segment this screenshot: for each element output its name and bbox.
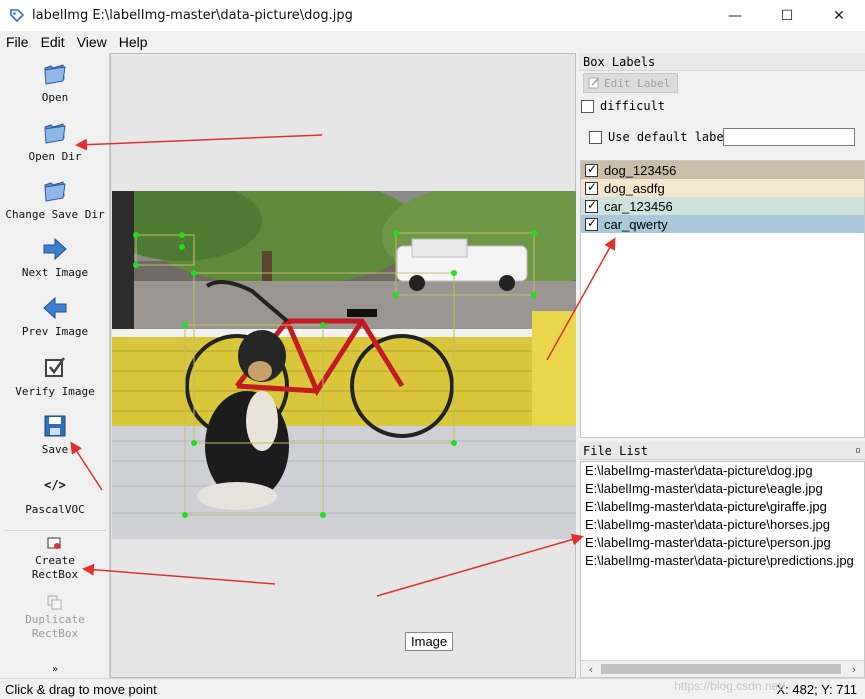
change-save-dir-label: Change Save Dir — [5, 208, 105, 221]
annotated-photo — [112, 191, 576, 539]
label-list: dog_123456 dog_asdfg car_123456 car_qwer… — [580, 160, 865, 438]
save-button[interactable]: Save — [0, 413, 110, 456]
create-rectbox-label: Create RectBox — [31, 554, 79, 581]
checkbox-icon — [45, 357, 66, 377]
scroll-left-icon[interactable]: ‹ — [583, 661, 599, 677]
horizontal-scrollbar[interactable]: ‹ › — [581, 660, 864, 677]
label-name: car_123456 — [604, 198, 673, 214]
watermark: https://blog.csdn.net/ — [674, 679, 785, 693]
label-name: car_qwerty — [604, 216, 668, 232]
image-canvas[interactable]: Image — [110, 53, 576, 678]
box-labels-title: Box Labels — [579, 53, 865, 71]
menu-bar: File Edit View Help — [0, 31, 865, 52]
maximize-button[interactable]: ☐ — [761, 0, 813, 31]
file-list: E:\labelImg-master\data-picture\dog.jpg … — [580, 461, 865, 678]
file-list-item[interactable]: E:\labelImg-master\data-picture\eagle.jp… — [581, 480, 864, 498]
edit-label-button[interactable]: Edit Label — [583, 73, 678, 93]
use-default-label-checkbox[interactable]: Use default label — [589, 130, 731, 144]
prev-image-label: Prev Image — [21, 325, 89, 338]
use-default-label-text: Use default label — [608, 130, 731, 144]
open-label: Open — [41, 91, 69, 104]
pascalvoc-label: PascalVOC — [25, 503, 85, 516]
canvas-tooltip: Image — [405, 632, 454, 651]
file-list-item[interactable]: E:\labelImg-master\data-picture\horses.j… — [581, 516, 864, 534]
file-list-title: File List ▫ — [579, 442, 865, 460]
toolbar-more-button[interactable]: » — [0, 665, 110, 675]
label-checkbox[interactable] — [585, 180, 598, 195]
menu-view[interactable]: View — [71, 34, 113, 50]
label-list-item[interactable]: dog_asdfg — [581, 179, 864, 197]
use-default-label-box[interactable] — [589, 130, 602, 144]
difficult-label: difficult — [600, 99, 666, 113]
label-list-item[interactable]: car_123456 — [581, 197, 864, 215]
duplicate-rectbox-label: Duplicate RectBox — [25, 613, 85, 640]
folder-open-icon — [44, 123, 66, 144]
change-save-dir-button[interactable]: Change Save Dir — [0, 178, 110, 221]
arrow-right-icon — [43, 237, 67, 261]
edit-icon — [588, 77, 599, 89]
cursor-coordinates: X: 482; Y: 711 — [776, 681, 857, 697]
file-list-title-text: File List — [583, 444, 649, 458]
pascalvoc-button[interactable]: </> PascalVOC — [0, 477, 110, 516]
minimize-button[interactable]: — — [709, 0, 761, 31]
scrollbar-thumb[interactable] — [601, 664, 841, 674]
edit-label-text: Edit Label — [604, 76, 671, 90]
difficult-box[interactable] — [581, 99, 594, 113]
next-image-label: Next Image — [21, 266, 89, 279]
float-panel-icon[interactable]: ▫ — [855, 442, 861, 460]
scroll-right-icon[interactable]: › — [846, 661, 862, 677]
tools-toolbar: Open Open Dir Change Save Dir Next Image… — [0, 53, 110, 678]
file-list-item[interactable]: E:\labelImg-master\data-picture\person.j… — [581, 534, 864, 552]
prev-image-button[interactable]: Prev Image — [0, 295, 110, 338]
arrow-left-icon — [43, 296, 67, 320]
status-message: Click & drag to move point — [5, 681, 157, 697]
file-list-panel: File List ▫ — [579, 442, 865, 461]
verify-image-label: Verify Image — [15, 385, 95, 398]
rectbox-icon — [47, 537, 61, 549]
create-rectbox-button[interactable]: Create RectBox — [0, 536, 110, 582]
file-list-item[interactable]: E:\labelImg-master\data-picture\giraffe.… — [581, 498, 864, 516]
label-name: dog_asdfg — [604, 180, 665, 196]
folder-open-icon — [44, 64, 66, 85]
menu-edit[interactable]: Edit — [35, 34, 71, 50]
title-bar: labelImg E:\labelImg-master\data-picture… — [0, 0, 865, 31]
default-label-input[interactable] — [723, 128, 855, 146]
label-checkbox[interactable] — [585, 198, 598, 213]
file-list-item[interactable]: E:\labelImg-master\data-picture\dog.jpg — [581, 462, 864, 480]
difficult-checkbox[interactable]: difficult — [581, 99, 665, 113]
label-list-item[interactable]: car_qwerty — [581, 215, 864, 233]
file-list-item[interactable]: E:\labelImg-master\data-picture\predicti… — [581, 552, 864, 570]
next-image-button[interactable]: Next Image — [0, 236, 110, 279]
floppy-disk-icon — [44, 415, 66, 437]
open-dir-button[interactable]: Open Dir — [0, 120, 110, 163]
toolbar-separator — [4, 530, 106, 531]
tag-icon — [8, 7, 26, 25]
duplicate-rectbox-button[interactable]: Duplicate RectBox — [0, 595, 110, 641]
open-dir-label: Open Dir — [28, 150, 82, 163]
label-list-item[interactable]: dog_123456 — [581, 161, 864, 179]
folder-open-icon — [44, 181, 66, 202]
close-button[interactable]: ✕ — [813, 0, 865, 31]
duplicate-icon — [47, 595, 62, 610]
verify-image-button[interactable]: Verify Image — [0, 355, 110, 398]
code-icon: </> — [44, 478, 66, 492]
window-title: labelImg E:\labelImg-master\data-picture… — [32, 8, 353, 23]
menu-help[interactable]: Help — [113, 34, 154, 50]
save-label: Save — [41, 443, 69, 456]
label-name: dog_123456 — [604, 162, 677, 178]
open-button[interactable]: Open — [0, 61, 110, 104]
menu-file[interactable]: File — [0, 34, 35, 50]
label-checkbox[interactable] — [585, 162, 598, 177]
label-checkbox[interactable] — [585, 216, 598, 231]
